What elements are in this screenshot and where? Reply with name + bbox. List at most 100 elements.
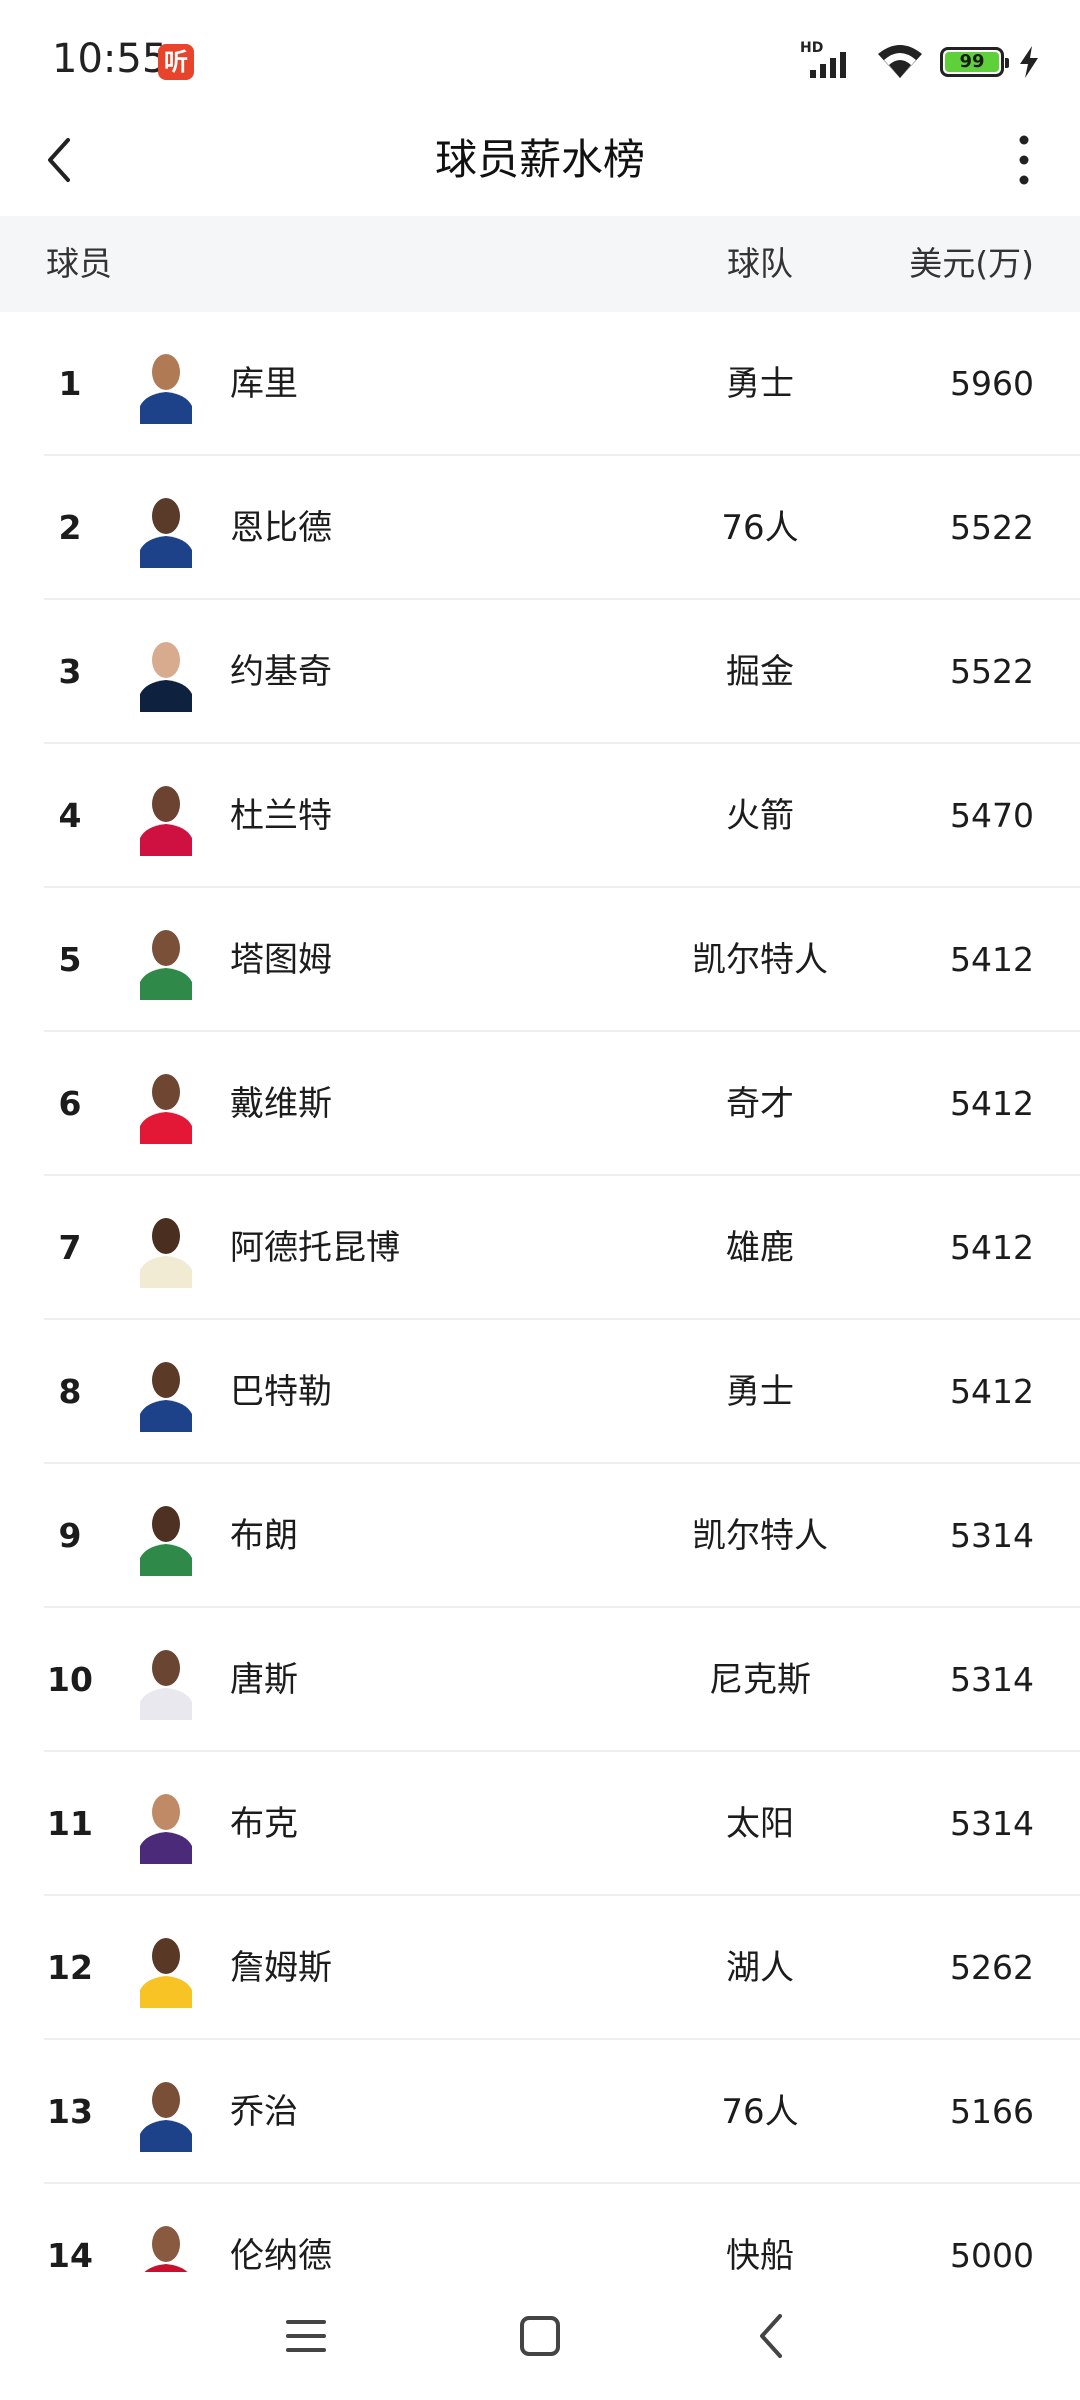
player-avatar: [140, 1074, 192, 1144]
jersey: [140, 1544, 192, 1576]
table-row[interactable]: 5 塔图姆 凯尔特人 5412: [0, 888, 1080, 1032]
table-row[interactable]: 11 布克 太阳 5314: [0, 1752, 1080, 1896]
battery-level: 99: [945, 52, 999, 72]
table-row[interactable]: 3 约基奇 掘金 5522: [0, 600, 1080, 744]
salary-value: 5522: [950, 508, 1034, 547]
team-name: 76人: [721, 2092, 799, 2132]
jersey: [140, 392, 192, 424]
recent-apps-button[interactable]: [270, 2300, 342, 2372]
rank: 2: [58, 508, 82, 547]
player-avatar: [140, 1938, 192, 2008]
jersey: [140, 1256, 192, 1288]
salary-value: 5522: [950, 652, 1034, 691]
app-notification-icon: 听: [158, 44, 194, 80]
rank: 3: [58, 652, 82, 691]
team-name: 火箭: [726, 796, 794, 836]
salary-list: 1 库里 勇士 5960 2 恩比德 76人 5522 3 约基奇 掘金 552…: [0, 312, 1080, 2272]
salary-value: 5314: [950, 1804, 1034, 1843]
player-name: 布朗: [230, 1516, 298, 1556]
status-bar: 10:55 听 HD 99: [0, 0, 1080, 120]
chevron-left-icon: [760, 2314, 782, 2358]
jersey: [140, 1400, 192, 1432]
table-row[interactable]: 2 恩比德 76人 5522: [0, 456, 1080, 600]
team-name: 太阳: [726, 1804, 794, 1844]
player-name: 布克: [230, 1804, 298, 1844]
jersey: [140, 968, 192, 1000]
salary-value: 5262: [950, 1948, 1034, 1987]
column-header-salary: 美元(万): [909, 244, 1034, 283]
rank: 14: [47, 2236, 93, 2272]
battery-icon: 99: [940, 47, 1009, 77]
jersey: [140, 1832, 192, 1864]
table-row[interactable]: 9 布朗 凯尔特人 5314: [0, 1464, 1080, 1608]
salary-value: 5412: [950, 1084, 1034, 1123]
team-name: 快船: [726, 2236, 794, 2272]
salary-value: 5314: [950, 1660, 1034, 1699]
player-avatar: [140, 930, 192, 1000]
player-avatar: [144, 2226, 188, 2272]
rank: 1: [58, 364, 82, 403]
player-name: 詹姆斯: [230, 1948, 332, 1988]
column-header-team: 球队: [727, 244, 793, 283]
table-row[interactable]: 13 乔治 76人 5166: [0, 2040, 1080, 2184]
table-row[interactable]: 12 詹姆斯 湖人 5262: [0, 1896, 1080, 2040]
rank: 5: [58, 940, 82, 979]
rank: 6: [58, 1084, 82, 1123]
rank: 13: [47, 2092, 93, 2131]
team-name: 76人: [721, 508, 799, 548]
team-name: 勇士: [726, 364, 794, 404]
rank: 12: [47, 1948, 93, 1987]
table-row[interactable]: 14 伦纳德 快船 5000: [0, 2184, 1080, 2272]
more-vertical-icon: [1019, 135, 1029, 185]
team-name: 凯尔特人: [692, 1516, 828, 1556]
player-name: 戴维斯: [230, 1084, 332, 1124]
jersey: [140, 536, 192, 568]
table-row[interactable]: 7 阿德托昆博 雄鹿 5412: [0, 1176, 1080, 1320]
more-options-button[interactable]: [996, 132, 1052, 188]
player-avatar: [140, 1218, 192, 1288]
player-avatar: [140, 786, 192, 856]
rank: 4: [58, 796, 82, 835]
salary-value: 5960: [950, 364, 1034, 403]
player-name: 巴特勒: [230, 1372, 332, 1412]
jersey: [144, 2264, 188, 2272]
table-row[interactable]: 4 杜兰特 火箭 5470: [0, 744, 1080, 888]
jersey: [140, 1112, 192, 1144]
player-avatar: [140, 1506, 192, 1576]
team-name: 凯尔特人: [692, 940, 828, 980]
page-title: 球员薪水榜: [434, 135, 645, 184]
table-row[interactable]: 1 库里 勇士 5960: [0, 312, 1080, 456]
table-row[interactable]: 6 戴维斯 奇才 5412: [0, 1032, 1080, 1176]
jersey: [140, 1976, 192, 2008]
player-name: 库里: [230, 364, 298, 404]
player-name: 恩比德: [230, 508, 332, 548]
player-name: 唐斯: [230, 1660, 298, 1700]
player-name: 乔治: [230, 2092, 298, 2132]
jersey: [140, 2120, 192, 2152]
team-name: 勇士: [726, 1372, 794, 1412]
salary-value: 5314: [950, 1516, 1034, 1555]
wifi-icon: [878, 45, 922, 78]
cellular-signal-icon: HD: [800, 40, 860, 82]
player-avatar: [140, 1794, 192, 1864]
player-name: 阿德托昆博: [230, 1228, 400, 1268]
player-avatar: [140, 1362, 192, 1432]
app-header: 球员薪水榜: [0, 110, 1080, 210]
status-icons: HD 99: [800, 40, 1040, 84]
player-name: 塔图姆: [230, 940, 332, 980]
rank: 10: [47, 1660, 93, 1699]
home-button[interactable]: [504, 2300, 576, 2372]
salary-value: 5166: [950, 2092, 1034, 2131]
player-avatar: [140, 1650, 192, 1720]
jersey: [140, 1688, 192, 1720]
player-avatar: [140, 498, 192, 568]
rank: 11: [47, 1804, 93, 1843]
table-row[interactable]: 10 唐斯 尼克斯 5314: [0, 1608, 1080, 1752]
team-name: 奇才: [726, 1084, 794, 1124]
table-header: 球员 球队 美元(万): [0, 216, 1080, 312]
table-row[interactable]: 8 巴特勒 勇士 5412: [0, 1320, 1080, 1464]
team-name: 湖人: [726, 1948, 794, 1988]
system-back-button[interactable]: [736, 2300, 808, 2372]
system-nav-bar: [0, 2272, 1080, 2400]
player-name: 杜兰特: [230, 796, 332, 836]
